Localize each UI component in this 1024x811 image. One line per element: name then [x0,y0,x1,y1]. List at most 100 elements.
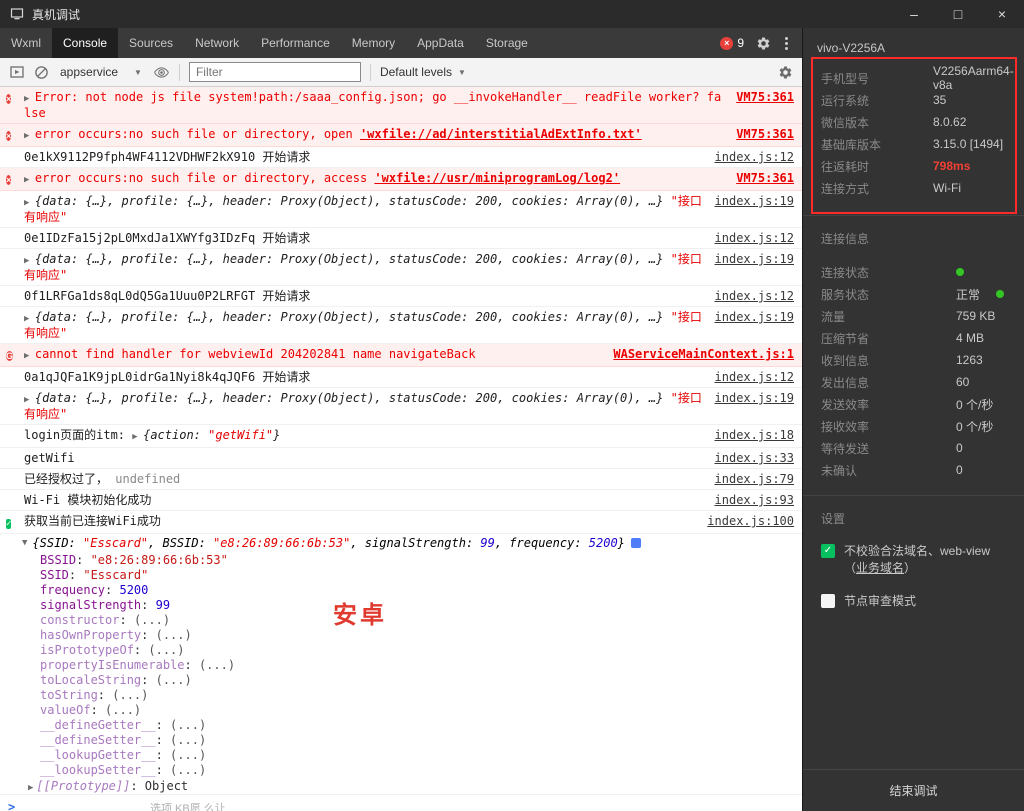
device-info-row: 手机型号 V2256Aarm64-v8a [821,64,1014,92]
object-property-row[interactable]: __defineSetter__: (...) [0,733,802,748]
prototype-row[interactable]: ▶ [[Prototype]]: Object [0,778,802,794]
console-row[interactable]: × ▶ error occurs:no such file or director… [0,124,802,147]
close-button[interactable]: × [980,0,1024,28]
live-expression-eye-icon[interactable] [153,64,170,81]
object-property-row[interactable]: BSSID: "e8:26:89:66:6b:53" [0,553,802,568]
object-property-row[interactable]: constructor: (...) [0,613,802,628]
console-row[interactable]: × ▶ error occurs:no such file or director… [0,168,802,191]
object-property-row[interactable]: isPrototypeOf: (...) [0,643,802,658]
setting-item[interactable]: ✓ 不校验合法域名、web-view（业务域名） [821,543,1006,577]
console-row[interactable]: 0f1LRFGa1ds8qL0dQ5Ga1Uuu0P2LRFGT 开始请求 ind… [0,286,802,307]
console-row[interactable]: 0a1qJQFa1K9jpL0idrGa1Nyi8k4qJQF6 开始请求 ind… [0,367,802,388]
console-message: 0a1qJQFa1K9jpL0idrGa1Nyi8k4qJQF6 开始请求 [24,370,703,384]
checkbox[interactable] [821,594,835,608]
source-location-link[interactable]: VM75:361 [736,127,794,141]
property-name: toLocaleString [40,673,142,687]
console-row[interactable]: ▶ {data: {…}, profile: {…}, header: Prox… [0,307,802,344]
tab-console[interactable]: Console [52,28,119,58]
console-row[interactable]: ▶ {data: {…}, profile: {…}, header: Prox… [0,191,802,228]
console-toolbar: appservice ▼ Default levels ▼ [0,58,802,87]
tab-storage[interactable]: Storage [475,28,539,58]
object-property-row[interactable]: valueOf: (...) [0,703,802,718]
tab-performance[interactable]: Performance [250,28,341,58]
tab-appdata[interactable]: AppData [406,28,475,58]
console-row[interactable]: getWifi index.js:33 [0,448,802,469]
source-location-link[interactable]: index.js:12 [715,370,794,384]
source-location-link[interactable]: index.js:18 [715,428,794,442]
source-location-link[interactable]: index.js:19 [715,252,794,266]
object-property-row[interactable]: toString: (...) [0,688,802,703]
text-segment: Wi-Fi 模块初始化成功 [24,493,152,507]
text-segment: 业务域名 [856,561,905,575]
end-debug-button[interactable]: 结束调试 [803,769,1024,811]
object-property-row[interactable]: frequency: 5200 [0,583,802,598]
object-property-row[interactable]: signalStrength: 99 [0,598,802,613]
log-levels-dropdown[interactable]: Default levels ▼ [380,65,466,79]
console-row[interactable]: Wi-Fi 模块初始化成功 index.js:93 [0,490,802,511]
info-label: 手机型号 [821,71,870,86]
filter-input[interactable] [188,62,361,82]
console-panel[interactable]: × ▶ Error: not node js file system!path:/… [0,87,802,811]
property-name: __defineSetter__ [40,733,156,747]
source-location-link[interactable]: VM75:361 [736,90,794,104]
object-property-row[interactable]: __defineGetter__: (...) [0,718,802,733]
source-location-link[interactable]: index.js:12 [715,150,794,164]
text-segment: ▶ [24,198,35,208]
console-row[interactable]: ▶ {data: {…}, profile: {…}, header: Prox… [0,388,802,425]
info-value: 0 个/秒 [956,397,994,412]
tab-network[interactable]: Network [184,28,250,58]
object-property-row[interactable]: SSID: "Esscard" [0,568,802,583]
object-property-row[interactable]: __lookupSetter__: (...) [0,763,802,778]
source-location-link[interactable]: index.js:100 [707,514,794,528]
console-sidebar-icon[interactable] [9,64,25,80]
console-settings-gear-icon[interactable] [778,65,793,80]
end-debug-label: 结束调试 [889,784,938,798]
tab-memory[interactable]: Memory [341,28,406,58]
object-property-row[interactable]: propertyIsEnumerable: (...) [0,658,802,673]
object-header[interactable]: ▼ {SSID: "Esscard", BSSID: "e8:26:89:66:… [0,534,802,553]
console-row[interactable]: ▶ {data: {…}, profile: {…}, header: Prox… [0,249,802,286]
maximize-button[interactable]: □ [936,0,980,28]
settings-gear-icon[interactable] [756,36,771,51]
clear-console-icon[interactable] [34,65,49,80]
source-location-link[interactable]: index.js:12 [715,231,794,245]
console-message: ▶ {data: {…}, profile: {…}, header: Prox… [24,252,703,282]
minimize-button[interactable]: – [892,0,936,28]
source-location-link[interactable]: index.js:12 [715,289,794,303]
setting-item[interactable]: 节点审查模式 [821,593,1006,610]
object-property-row[interactable]: hasOwnProperty: (...) [0,628,802,643]
expand-arrow-icon[interactable]: ▶ [28,783,33,793]
text-segment: {action: [143,428,209,442]
console-row[interactable]: 0e1kX9112P9fph4WF4112VDHWF2kX910 开始请求 ind… [0,147,802,168]
source-location-link[interactable]: index.js:19 [715,194,794,208]
console-row[interactable]: ✓ 获取当前已连接WiFi成功 index.js:100 [0,511,802,534]
execution-context-selector[interactable]: appservice ▼ [58,65,144,79]
more-menu-icon[interactable] [783,35,790,52]
source-location-link[interactable]: index.js:79 [715,472,794,486]
source-location-link[interactable]: WAServiceMainContext.js:1 [613,347,794,361]
console-row[interactable]: × ▶ Error: not node js file system!path:/… [0,87,802,124]
tab-sources[interactable]: Sources [118,28,184,58]
collapse-arrow-icon[interactable]: ▼ [22,536,27,551]
object-property-row[interactable]: __lookupGetter__: (...) [0,748,802,763]
source-location-link[interactable]: index.js:33 [715,451,794,465]
source-location-link[interactable]: VM75:361 [736,171,794,185]
object-property-row[interactable]: toLocaleString: (...) [0,673,802,688]
tab-wxml[interactable]: Wxml [0,28,52,58]
property-name: SSID [40,568,69,582]
checkbox[interactable]: ✓ [821,544,835,558]
console-row[interactable]: login页面的itm: ▶ {action: "getWifi"} index.… [0,425,802,448]
console-row[interactable]: 0e1IDzFa15j2pL0MxdJa1XWYfg3IDzFq 开始请求 ind… [0,228,802,249]
console-message: getWifi [24,451,703,465]
property-name: __lookupGetter__ [40,748,156,762]
context-label: appservice [60,65,119,79]
error-count-badge[interactable]: × 9 [720,36,744,50]
source-location-link[interactable]: index.js:19 [715,391,794,405]
source-location-link[interactable]: index.js:19 [715,310,794,324]
console-row[interactable]: G ▶ cannot find handler for webviewId 204… [0,344,802,367]
console-row[interactable]: 已经授权过了， undefined index.js:79 [0,469,802,490]
source-location-link[interactable]: index.js:93 [715,493,794,507]
error-icon: × [720,36,734,50]
chevron-down-icon: ▼ [134,67,142,77]
console-prompt[interactable]: > [0,794,802,811]
